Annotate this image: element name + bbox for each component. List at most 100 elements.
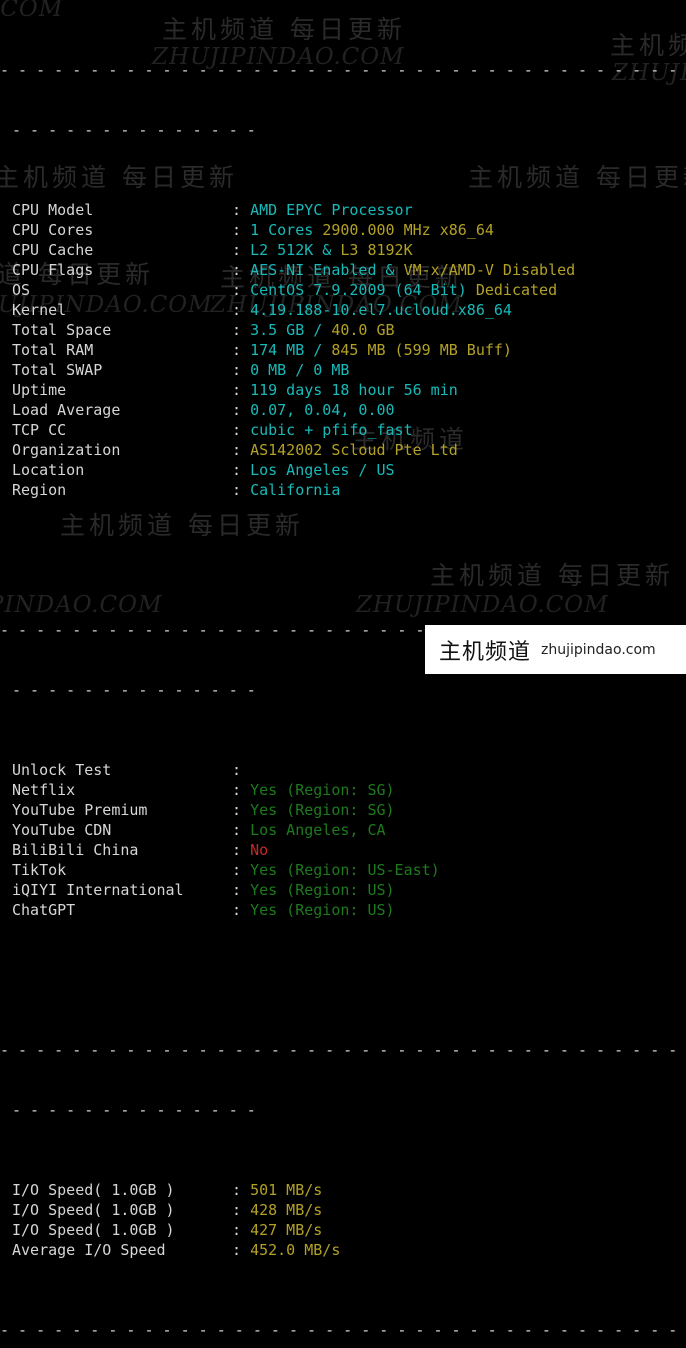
row-colon: :: [232, 761, 251, 779]
unlock-value: Los Angeles, CA: [250, 821, 386, 839]
row-colon: :: [232, 821, 251, 839]
sysinfo-row: CPU Cache: L2 512K & L3 8192K: [0, 240, 686, 260]
separator-line-io: - - - - - - - - - - - - - - - - - - - - …: [0, 1041, 678, 1059]
unlock-test-block: Unlock Test: Netflix: Yes (Region: SG) Yo…: [0, 760, 686, 920]
io-value: 428 MB/s: [250, 1201, 323, 1219]
logo-badge-cn-text: 主机频道: [439, 639, 532, 665]
sysinfo-value-alt: VM-x/AMD-V Disabled: [403, 261, 576, 279]
unlock-label: YouTube Premium: [12, 801, 148, 819]
unlock-value: Yes (Region: SG): [250, 781, 395, 799]
sysinfo-row: Load Average: 0.07, 0.04, 0.00: [0, 400, 686, 420]
separator-short-io: - - - - - - - - - - - - - -: [12, 1101, 256, 1119]
io-row: I/O Speed( 1.0GB ): 428 MB/s: [0, 1200, 686, 1220]
sysinfo-value-alt: Dedicated: [475, 281, 558, 299]
io-test-block: I/O Speed( 1.0GB ): 501 MB/s I/O Speed( 1…: [0, 1180, 686, 1260]
sysinfo-label: CPU Cache: [12, 241, 94, 259]
row-colon: :: [232, 1181, 251, 1199]
unlock-value: No: [250, 841, 269, 859]
sysinfo-value-alt: L3 8192K: [340, 241, 413, 259]
io-row: I/O Speed( 1.0GB ): 427 MB/s: [0, 1220, 686, 1240]
row-colon: :: [232, 401, 251, 419]
sysinfo-value: 3.5 GB /: [250, 321, 332, 339]
unlock-value: Yes (Region: US): [250, 901, 395, 919]
row-colon: :: [232, 381, 251, 399]
unlock-row: BiliBili China: No: [0, 840, 686, 860]
sysinfo-value-alt: 2900.000 MHz x86_64: [322, 221, 494, 239]
io-label: I/O Speed( 1.0GB ): [12, 1201, 175, 1219]
sysinfo-label: Region: [12, 481, 67, 499]
row-colon: :: [232, 221, 251, 239]
sysinfo-label: Total SWAP: [12, 361, 103, 379]
sysinfo-label: CPU Cores: [12, 221, 94, 239]
sysinfo-row: TCP CC: cubic + pfifo_fast: [0, 420, 686, 440]
unlock-label: iQIYI International: [12, 881, 184, 899]
sysinfo-value-alt: AS142002 Scloud Pte Ltd: [250, 441, 458, 459]
row-colon: :: [232, 281, 251, 299]
row-colon: :: [232, 361, 251, 379]
unlock-row: iQIYI International: Yes (Region: US): [0, 880, 686, 900]
unlock-label: Unlock Test: [12, 761, 112, 779]
unlock-row: YouTube CDN: Los Angeles, CA: [0, 820, 686, 840]
unlock-row: YouTube Premium: Yes (Region: SG): [0, 800, 686, 820]
sysinfo-value: 119 days 18 hour 56 min: [250, 381, 458, 399]
sysinfo-label: Load Average: [12, 401, 121, 419]
io-row: Average I/O Speed: 452.0 MB/s: [0, 1240, 686, 1260]
sysinfo-value: California: [250, 481, 341, 499]
row-colon: :: [232, 301, 251, 319]
io-value: 452.0 MB/s: [250, 1241, 341, 1259]
sysinfo-value-alt: 40.0 GB: [331, 321, 395, 339]
sysinfo-value: AES-NI Enabled &: [250, 261, 404, 279]
sysinfo-label: CPU Model: [12, 201, 94, 219]
sysinfo-label: TCP CC: [12, 421, 67, 439]
unlock-label: YouTube CDN: [12, 821, 112, 839]
separator-short-unlock: - - - - - - - - - - - - - -: [12, 681, 256, 699]
row-colon: :: [232, 1241, 251, 1259]
sysinfo-value: 1 Cores: [250, 221, 323, 239]
site-logo-badge: 主机频道 zhujipindao.com: [425, 625, 686, 674]
sysinfo-row: Kernel: 4.19.188-10.el7.ucloud.x86_64: [0, 300, 686, 320]
row-colon: :: [232, 241, 251, 259]
sysinfo-value: cubic + pfifo_fast: [250, 421, 413, 439]
unlock-value: Yes (Region: US-East): [250, 861, 440, 879]
sysinfo-label: Location: [12, 461, 85, 479]
logo-badge-domain: zhujipindao.com: [541, 641, 656, 658]
separator-line-top: - - - - - - - - - - - - - - - - - - - - …: [0, 61, 678, 79]
sysinfo-value-alt: 845 MB (599 MB Buff): [331, 341, 512, 359]
unlock-row: ChatGPT: Yes (Region: US): [0, 900, 686, 920]
row-colon: :: [232, 481, 251, 499]
row-colon: :: [232, 421, 251, 439]
sysinfo-value: AMD EPYC Processor: [250, 201, 413, 219]
sysinfo-row: Location: Los Angeles / US: [0, 460, 686, 480]
unlock-row: TikTok: Yes (Region: US-East): [0, 860, 686, 880]
sysinfo-row: Region: California: [0, 480, 686, 500]
io-value: 427 MB/s: [250, 1221, 323, 1239]
sysinfo-value: 0.07, 0.04, 0.00: [250, 401, 395, 419]
sysinfo-label: Total Space: [12, 321, 112, 339]
unlock-label: TikTok: [12, 861, 67, 879]
sysinfo-value: Los Angeles / US: [250, 461, 395, 479]
sysinfo-value: L2 512K &: [250, 241, 341, 259]
unlock-row: Netflix: Yes (Region: SG): [0, 780, 686, 800]
io-value: 501 MB/s: [250, 1181, 323, 1199]
terminal-output: - - - - - - - - - - - - - - - - - - - - …: [0, 0, 686, 1339]
io-label: Average I/O Speed: [12, 1241, 166, 1259]
sysinfo-row: Total Space: 3.5 GB / 40.0 GB: [0, 320, 686, 340]
unlock-row: Unlock Test:: [0, 760, 686, 780]
system-info-block: CPU Model: AMD EPYC Processor CPU Cores: …: [0, 200, 686, 500]
sysinfo-row: Total SWAP: 0 MB / 0 MB: [0, 360, 686, 380]
sysinfo-row: CPU Flags: AES-NI Enabled & VM-x/AMD-V D…: [0, 260, 686, 280]
row-colon: :: [232, 461, 251, 479]
sysinfo-label: Uptime: [12, 381, 67, 399]
sysinfo-row: Total RAM: 174 MB / 845 MB (599 MB Buff): [0, 340, 686, 360]
spacer-after-unlock: [0, 980, 686, 1000]
unlock-label: BiliBili China: [12, 841, 139, 859]
sysinfo-value: 4.19.188-10.el7.ucloud.x86_64: [250, 301, 512, 319]
sysinfo-row: Uptime: 119 days 18 hour 56 min: [0, 380, 686, 400]
row-colon: :: [232, 801, 251, 819]
row-colon: :: [232, 781, 251, 799]
row-colon: :: [232, 841, 251, 859]
sysinfo-value: 174 MB /: [250, 341, 332, 359]
spacer-after-sysinfo: [0, 560, 686, 580]
io-row: I/O Speed( 1.0GB ): 501 MB/s: [0, 1180, 686, 1200]
io-label: I/O Speed( 1.0GB ): [12, 1181, 175, 1199]
